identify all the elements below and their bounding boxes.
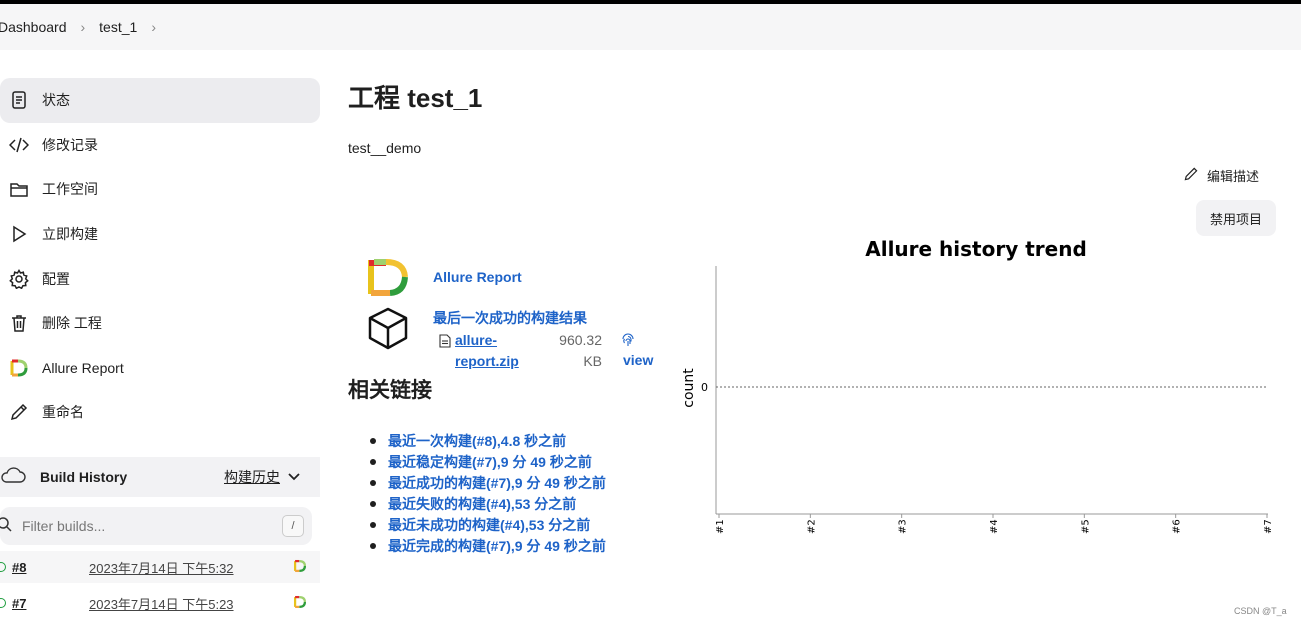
sidebar: 状态 修改记录 工作空间 立即构建 配置 删除 工程 Allure Report — [0, 78, 320, 435]
project-description: test__demo — [348, 140, 422, 156]
filter-placeholder: Filter builds... — [22, 518, 106, 534]
sidebar-item-changes[interactable]: 修改记录 — [0, 123, 320, 168]
related-link[interactable]: 最近成功的构建(#7),9 分 49 秒之前 — [388, 473, 606, 493]
allure-logo-icon[interactable] — [366, 256, 410, 303]
file-icon — [439, 334, 451, 353]
related-link[interactable]: 最近稳定构建(#7),9 分 49 秒之前 — [388, 452, 592, 472]
document-icon — [8, 89, 30, 111]
y-axis-label: count — [681, 368, 697, 408]
y-tick-label: 0 — [701, 381, 708, 394]
bullet — [370, 521, 376, 528]
bullet — [370, 458, 376, 465]
build-history-header: Build History 构建历史 — [0, 457, 320, 497]
watermark-text: CSDN @T_a — [1234, 606, 1287, 616]
sidebar-item-label: 修改记录 — [42, 136, 98, 153]
related-link[interactable]: 最近一次构建(#8),4.8 秒之前 — [388, 431, 566, 451]
build-date-link[interactable]: 2023年7月14日 下午5:23 — [89, 594, 289, 613]
edit-description-button[interactable]: 编辑描述 — [1183, 166, 1259, 185]
folder-icon — [8, 178, 30, 200]
list-item: 最近一次构建(#8),4.8 秒之前 — [370, 430, 606, 451]
chart-marks: #1 #2 #3 #4 #5 #6 #7 0 — [701, 381, 1274, 534]
chevron-down-icon[interactable] — [288, 470, 300, 484]
allure-report-link[interactable]: Allure Report — [433, 269, 522, 285]
sidebar-item-delete-project[interactable]: 删除 工程 — [0, 301, 320, 346]
x-tick-label: #1 — [715, 519, 726, 534]
x-tick-label: #4 — [989, 519, 1000, 534]
disable-project-button[interactable]: 禁用项目 — [1196, 200, 1276, 236]
x-tick-label: #2 — [806, 519, 817, 534]
x-tick-label: #7 — [1263, 519, 1274, 534]
list-item: 最近稳定构建(#7),9 分 49 秒之前 — [370, 451, 606, 472]
allure-icon — [8, 357, 30, 379]
list-item: 最近未成功的构建(#4),53 分之前 — [370, 514, 606, 535]
chart-title: Allure history trend — [865, 237, 1087, 261]
build-history-title: Build History — [40, 469, 128, 485]
sidebar-item-rename[interactable]: 重命名 — [0, 390, 320, 435]
breadcrumb: Dashboard › test_1 › — [0, 4, 1301, 50]
x-tick-label: #5 — [1080, 519, 1091, 534]
build-date-link[interactable]: 2023年7月14日 下午5:32 — [89, 558, 289, 577]
code-icon — [8, 134, 30, 156]
list-item: 最近完成的构建(#7),9 分 49 秒之前 — [370, 535, 606, 556]
build-row[interactable]: #7 2023年7月14日 下午5:23 — [0, 587, 320, 619]
bullet — [370, 542, 376, 549]
filter-builds-input[interactable]: Filter builds... / — [0, 507, 312, 545]
sidebar-item-label: 删除 工程 — [42, 315, 102, 332]
search-icon — [0, 516, 16, 537]
pencil-icon — [1183, 166, 1199, 185]
related-link[interactable]: 最近完成的构建(#7),9 分 49 秒之前 — [388, 536, 606, 556]
last-successful-artifacts-title[interactable]: 最后一次成功的构建结果 — [433, 308, 587, 328]
cloud-icon — [0, 466, 26, 489]
sidebar-item-label: 工作空间 — [42, 181, 98, 198]
gear-icon — [8, 268, 30, 290]
sidebar-item-label: 配置 — [42, 270, 70, 287]
sidebar-item-configure[interactable]: 配置 — [0, 256, 320, 301]
success-status-icon — [0, 562, 6, 572]
chevron-right-icon: › — [80, 19, 86, 35]
pencil-icon — [8, 401, 30, 423]
success-status-icon — [0, 598, 6, 608]
bullet — [370, 500, 376, 507]
edit-description-label: 编辑描述 — [1207, 169, 1260, 184]
build-row[interactable]: #8 2023年7月14日 下午5:32 — [0, 551, 320, 583]
keyboard-shortcut-badge: / — [282, 515, 304, 537]
sidebar-item-label: 重命名 — [42, 404, 84, 421]
play-icon — [8, 223, 30, 245]
sidebar-item-label: 状态 — [42, 92, 70, 109]
sidebar-item-allure-report[interactable]: Allure Report — [0, 346, 320, 391]
related-links-title: 相关链接 — [348, 379, 432, 402]
breadcrumb-dashboard[interactable]: Dashboard — [0, 19, 67, 35]
list-item: 最近失败的构建(#4),53 分之前 — [370, 493, 606, 514]
x-tick-label: #6 — [1172, 519, 1183, 534]
allure-icon[interactable] — [293, 559, 307, 576]
build-number-link[interactable]: #8 — [12, 560, 82, 575]
build-trend-link[interactable]: 构建历史 — [224, 467, 280, 487]
artifact-view-link[interactable]: view — [623, 352, 653, 368]
bullet — [370, 479, 376, 486]
trash-icon — [8, 312, 30, 334]
artifact-link[interactable]: allure- report.zip — [455, 330, 535, 372]
sidebar-item-build-now[interactable]: 立即构建 — [0, 212, 320, 257]
related-links-list: 最近一次构建(#8),4.8 秒之前 最近稳定构建(#7),9 分 49 秒之前… — [370, 430, 606, 556]
package-icon — [366, 306, 410, 357]
list-item: 最近成功的构建(#7),9 分 49 秒之前 — [370, 472, 606, 493]
chevron-right-icon[interactable]: › — [151, 19, 156, 35]
breadcrumb-test-1[interactable]: test_1 — [99, 19, 137, 35]
sidebar-item-label: 立即构建 — [42, 226, 98, 243]
bullet — [370, 437, 376, 444]
related-link[interactable]: 最近未成功的构建(#4),53 分之前 — [388, 515, 590, 535]
sidebar-item-label: Allure Report — [42, 359, 124, 376]
x-tick-label: #3 — [898, 519, 909, 534]
fingerprint-icon[interactable] — [620, 333, 636, 354]
page-title: 工程 test_1 — [348, 83, 483, 113]
allure-history-trend-chart[interactable]: Allure history trend count #1 #2 #3 #4 #5 #6 #… — [676, 232, 1276, 542]
sidebar-item-workspace[interactable]: 工作空间 — [0, 167, 320, 212]
sidebar-item-status[interactable]: 状态 — [0, 78, 320, 123]
allure-icon[interactable] — [293, 595, 307, 612]
build-number-link[interactable]: #7 — [12, 596, 82, 611]
artifact-size: 960.32 KB — [559, 332, 602, 369]
related-link[interactable]: 最近失败的构建(#4),53 分之前 — [388, 494, 576, 514]
